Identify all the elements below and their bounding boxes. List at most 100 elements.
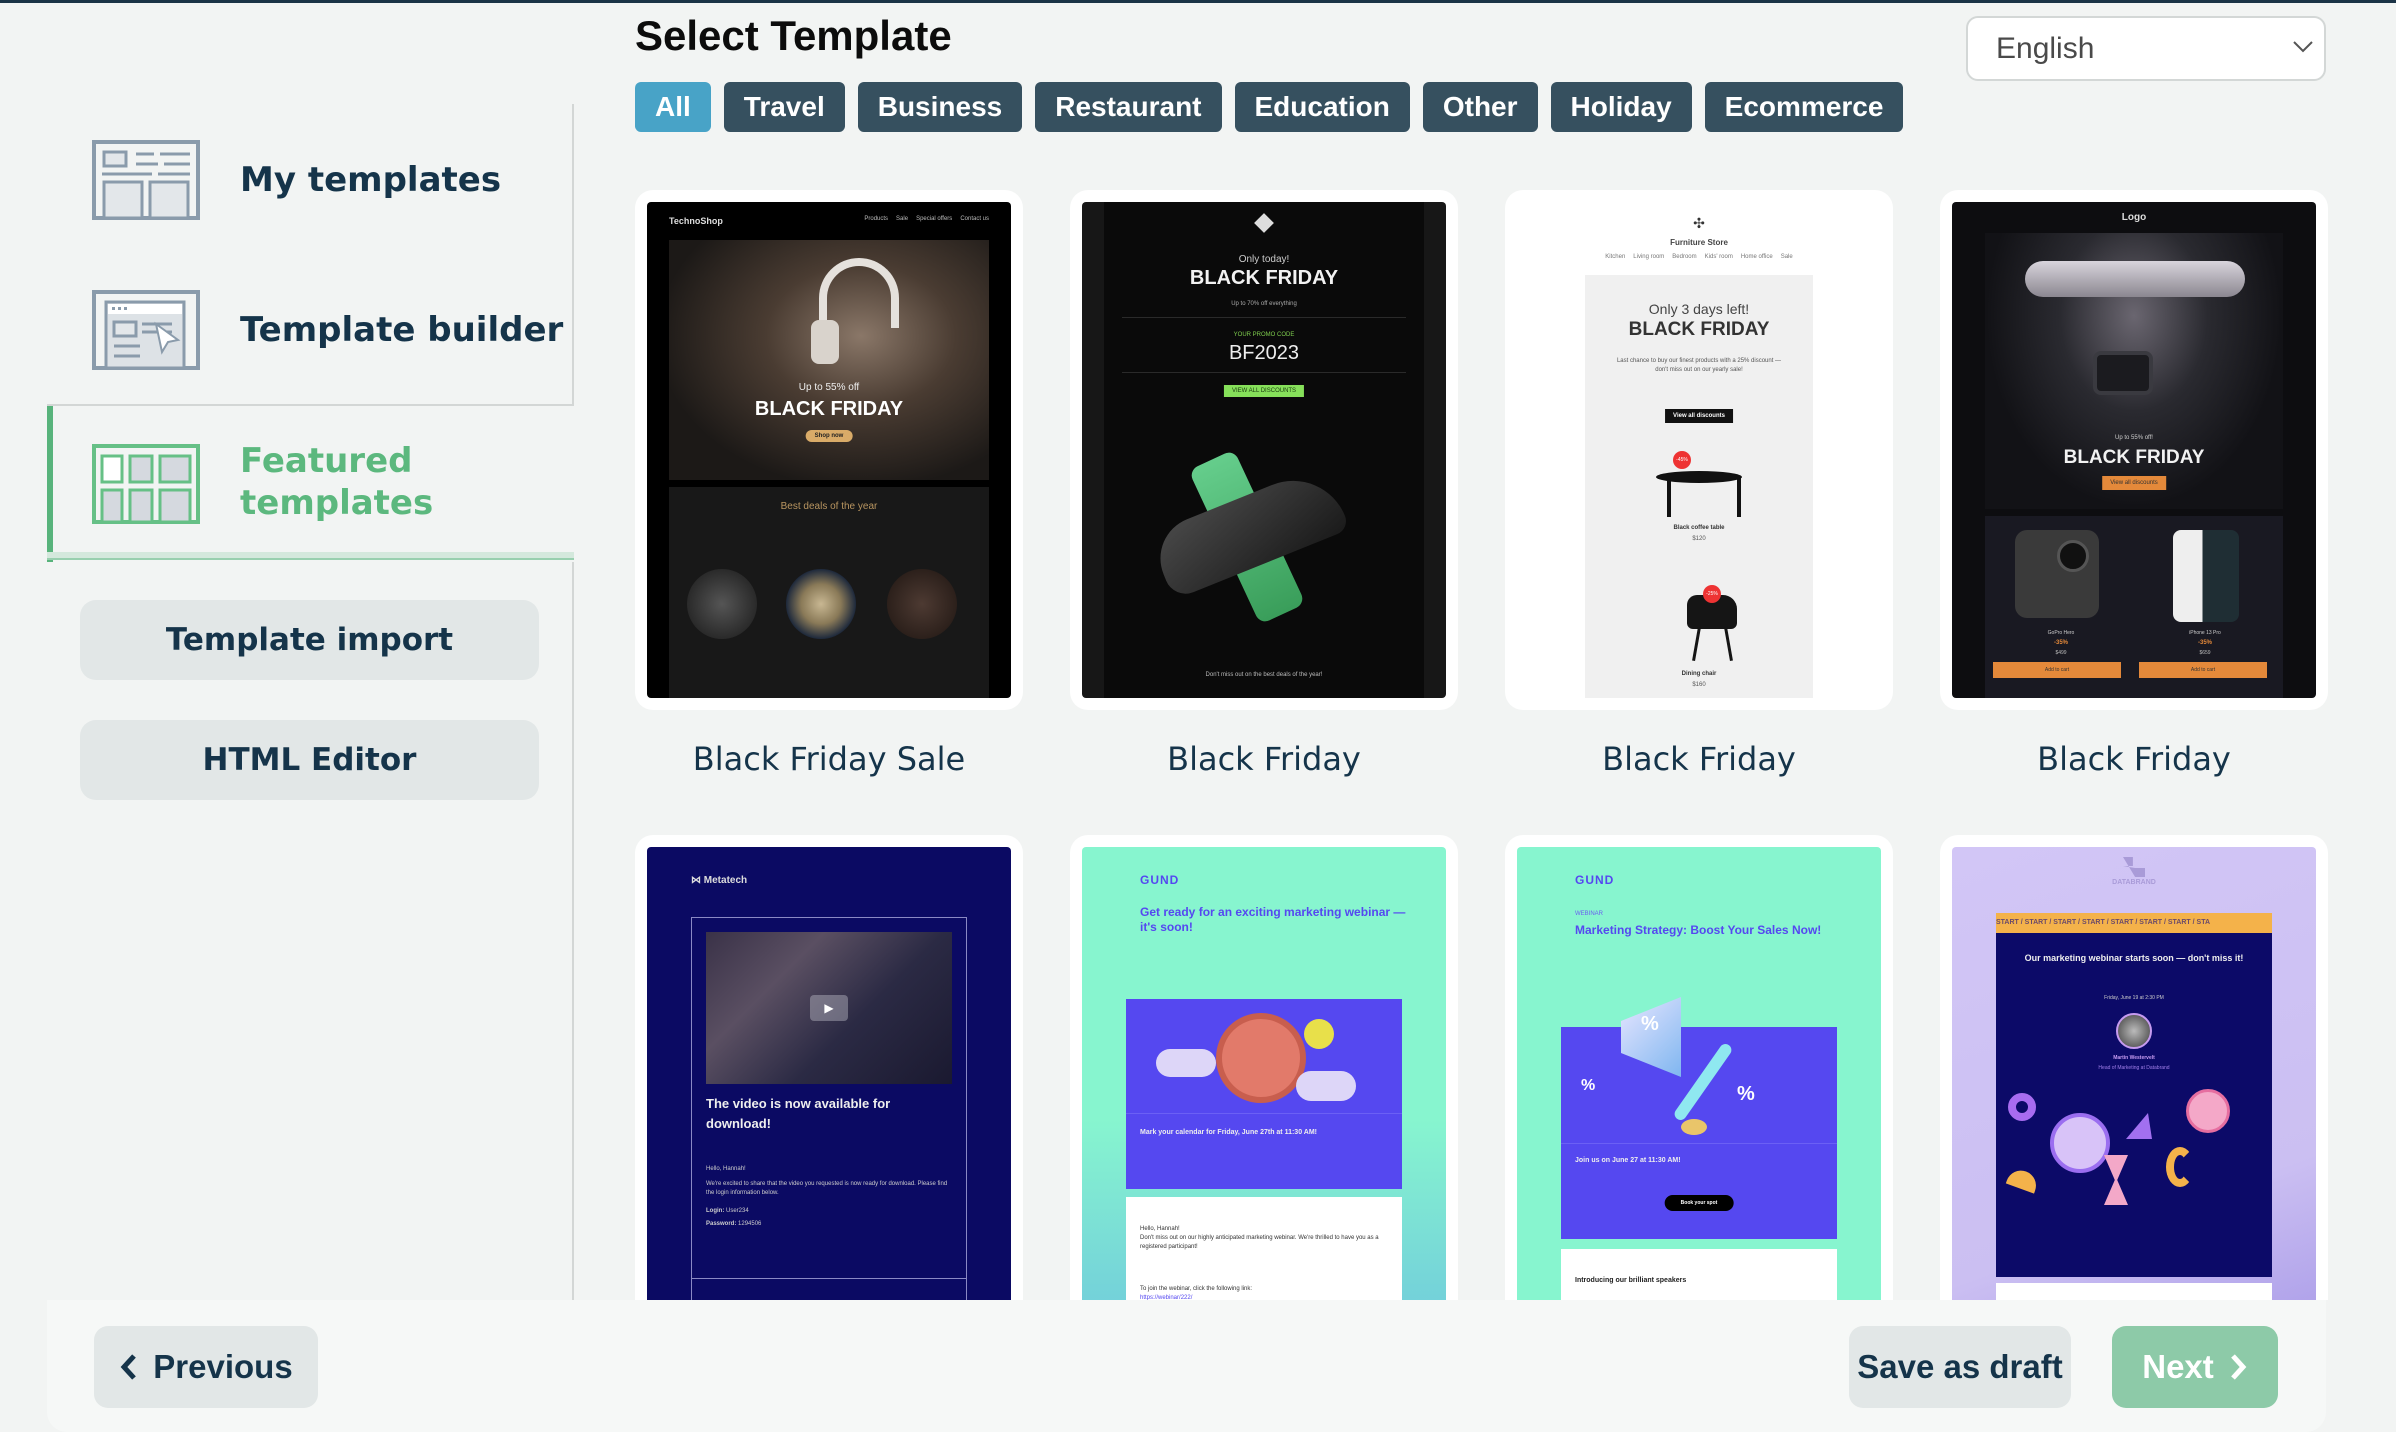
filter-holiday[interactable]: Holiday: [1550, 82, 1692, 132]
preview-greeting: Hello, Hannah!: [1140, 1226, 1180, 1232]
next-button[interactable]: Next: [2112, 1326, 2278, 1408]
template-card[interactable]: GUND Get ready for an exciting marketing…: [1070, 835, 1458, 1300]
template-preview: ⋈ Metatech ▶ The video is now available …: [647, 847, 1011, 1300]
page-title: Select Template: [635, 12, 952, 59]
password-label: Password:: [706, 1221, 737, 1227]
template-name: Black Friday: [1167, 740, 1361, 778]
template-card[interactable]: GUND WEBINAR Marketing Strategy: Boost Y…: [1505, 835, 1893, 1300]
preview-headline: BLACK FRIDAY: [1189, 267, 1339, 289]
sidebar-item-label: Featured templates: [240, 441, 434, 523]
filter-education[interactable]: Education: [1234, 82, 1410, 132]
sidebar-item-my-templates[interactable]: My templates: [47, 140, 574, 220]
template-import-button[interactable]: Template import: [80, 600, 539, 680]
preview-nav-item: Living room: [1633, 254, 1665, 260]
save-as-draft-button[interactable]: Save as draft: [1849, 1326, 2071, 1408]
preview-nav-item: Products: [864, 216, 889, 222]
filter-restaurant[interactable]: Restaurant: [1035, 82, 1222, 132]
filter-travel[interactable]: Travel: [723, 82, 845, 132]
previous-button[interactable]: Previous: [94, 1326, 318, 1408]
filter-ecommerce[interactable]: Ecommerce: [1704, 82, 1904, 132]
chevron-down-icon: [2293, 41, 2313, 53]
preview-headline: The video is now available for download!: [706, 1096, 891, 1131]
template-card[interactable]: Logo Up to 55% off! BLACK FRIDAY View al…: [1940, 190, 2328, 778]
preview-body: Don't miss out on our highly anticipated…: [1140, 1235, 1379, 1250]
preview-password: Password: 1294506: [706, 1221, 761, 1227]
preview-brand: Logo: [2121, 212, 2147, 223]
template-card[interactable]: Only today! BLACK FRIDAY Up to 70% off e…: [1070, 190, 1458, 778]
metatech-logo-icon: ⋈: [691, 875, 704, 886]
template-card[interactable]: DATABRAND START / START / START / START …: [1940, 835, 2328, 1300]
hero-image: Up to 55% off BLACK FRIDAY Shop now: [669, 240, 989, 480]
sidebar-item-featured-templates[interactable]: Featured templates: [47, 406, 574, 562]
product-discount: -35%: [2197, 640, 2212, 646]
product-price: $499: [2055, 650, 2067, 656]
login-value: User234: [726, 1208, 749, 1214]
chevron-left-icon: [120, 1354, 137, 1380]
html-editor-button[interactable]: HTML Editor: [80, 720, 539, 800]
add-to-cart-button: Add to cart: [2139, 662, 2267, 678]
preview-cta: VIEW ALL DISCOUNTS: [1223, 385, 1305, 397]
product-name: Dining chair: [1681, 671, 1717, 677]
preview-footer: Don't miss out on the best deals of the …: [1205, 672, 1323, 678]
preview-headline: Get ready for an exciting marketing webi…: [1140, 905, 1406, 934]
template-name: Black Friday: [2037, 740, 2231, 778]
product-section: Best deals of the year: [669, 487, 989, 698]
template-grid: TechnoShop Products Sale Special offers …: [600, 180, 2396, 1300]
active-indicator: [47, 552, 574, 560]
brand-logo-icon: ✣: [1693, 216, 1705, 232]
preview-promo-code: BF2023: [1228, 342, 1300, 364]
preview-kicker: WEBINAR: [1575, 911, 1604, 917]
sidebar-item-label: Template builder: [240, 310, 564, 350]
product-name: Black coffee table: [1673, 525, 1725, 531]
preview-cta: View all discounts: [1665, 409, 1733, 423]
chevron-right-icon: [2230, 1354, 2247, 1380]
preview-login: Login: User234: [706, 1208, 749, 1214]
language-select[interactable]: English: [1966, 16, 2326, 81]
preview-nav: Products Sale Special offers Contact us: [864, 216, 989, 222]
speaker-avatar: [2116, 1013, 2152, 1049]
preview-brand: TechnoShop: [669, 216, 723, 226]
sidebar-item-template-builder[interactable]: Template builder: [47, 290, 574, 370]
preview-nav-item: Home office: [1740, 254, 1773, 260]
sidebar-item-label: My templates: [240, 160, 502, 200]
template-preview: GUND WEBINAR Marketing Strategy: Boost Y…: [1517, 847, 1881, 1300]
template-preview: Only today! BLACK FRIDAY Up to 70% off e…: [1082, 202, 1446, 698]
product-price: $160: [1692, 682, 1706, 688]
preview-greeting: Hello, Hannah!: [706, 1166, 746, 1172]
preview-brand: Furniture Store: [1670, 238, 1728, 247]
databrand-logo-icon: [2123, 857, 2145, 877]
discount-badge: -45%: [1673, 451, 1691, 469]
preview-cta: Book your spot: [1664, 1195, 1734, 1211]
preview-nav-item: Kids' room: [1704, 254, 1733, 260]
product-price: $120: [1692, 536, 1706, 542]
preview-section-title: Best deals of the year: [780, 501, 878, 512]
next-label: Next: [2142, 1348, 2214, 1385]
discount-badge: -25%: [1703, 585, 1721, 603]
template-layout-icon: [92, 140, 200, 220]
preview-brand: DATABRAND: [2112, 879, 2156, 886]
template-card[interactable]: ⋈ Metatech ▶ The video is now available …: [635, 835, 1023, 1300]
product-name: iPhone 13 Pro: [2189, 630, 2221, 636]
filter-other[interactable]: Other: [1422, 82, 1538, 132]
preview-date: Friday, June 19 at 2:30 PM: [2104, 995, 2164, 1001]
sidebar-divider: [572, 562, 574, 1302]
preview-kicker: Up to 55% off: [798, 382, 860, 393]
template-preview: DATABRAND START / START / START / START …: [1952, 847, 2316, 1300]
filter-all[interactable]: All: [635, 82, 711, 132]
language-select-value: English: [1996, 31, 2095, 65]
preview-date: Join us on June 27 at 11:30 AM!: [1575, 1157, 1681, 1164]
product-discount: -35%: [2053, 640, 2068, 646]
preview-brand: ⋈ Metatech: [691, 875, 747, 886]
preview-headline: Our marketing webinar starts soon — don'…: [2024, 953, 2244, 963]
preview-nav-item: Kitchen: [1605, 254, 1626, 260]
preview-date: Mark your calendar for Friday, June 27th…: [1140, 1129, 1317, 1136]
template-preview: ✣ Furniture Store Kitchen Living room Be…: [1517, 202, 1881, 698]
filter-business[interactable]: Business: [857, 82, 1023, 132]
category-filters: All Travel Business Restaurant Education…: [635, 82, 1904, 132]
template-card[interactable]: TechnoShop Products Sale Special offers …: [635, 190, 1023, 778]
login-label: Login:: [706, 1208, 725, 1214]
template-card[interactable]: ✣ Furniture Store Kitchen Living room Be…: [1505, 190, 1893, 778]
preview-promo-label: YOUR PROMO CODE: [1233, 332, 1295, 338]
preview-headline: BLACK FRIDAY: [754, 398, 904, 420]
brand-logo-icon: [1254, 213, 1274, 233]
